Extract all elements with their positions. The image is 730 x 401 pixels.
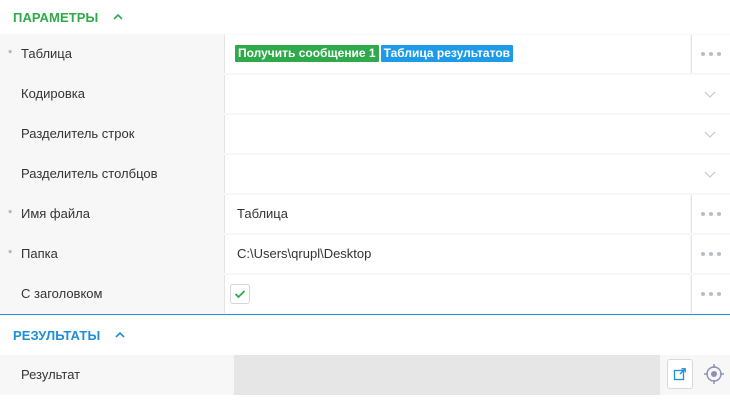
target-icon[interactable] — [703, 363, 725, 385]
required-marker: * — [8, 248, 13, 260]
params-section-header[interactable]: ПАРАМЕТРЫ — [0, 0, 730, 34]
param-label-row-separator: Разделитель строк — [21, 126, 135, 141]
check-icon — [234, 290, 246, 299]
folder-value: C:\Users\qrupl\Desktop — [237, 246, 372, 261]
required-marker: * — [8, 48, 13, 60]
result-row: Результат — [0, 355, 730, 395]
table-field[interactable]: Получить сообщение 1 Таблица результатов — [224, 35, 690, 73]
chevron-down-icon[interactable] — [704, 168, 716, 180]
filename-input[interactable]: Таблица — [224, 195, 690, 233]
folder-input[interactable]: C:\Users\qrupl\Desktop — [224, 235, 690, 273]
more-dots-icon[interactable] — [691, 235, 730, 273]
param-row-filename: * Имя файла Таблица — [0, 194, 730, 234]
param-label-header: С заголовком — [21, 286, 103, 301]
section-divider — [0, 314, 730, 315]
column-separator-select[interactable] — [224, 155, 730, 193]
filename-value: Таблица — [237, 206, 288, 221]
result-label: Результат — [21, 367, 81, 382]
more-dots-icon[interactable] — [691, 35, 730, 73]
param-row-table: * Таблица Получить сообщение 1 Таблица р… — [0, 34, 730, 74]
more-dots-icon[interactable] — [691, 275, 730, 313]
export-icon — [673, 368, 686, 381]
variable-tag-result[interactable]: Таблица результатов — [380, 45, 514, 62]
chevron-down-icon[interactable] — [704, 128, 716, 140]
result-variable-field[interactable] — [234, 355, 660, 395]
results-section-title: РЕЗУЛЬТАТЫ — [13, 327, 101, 343]
chevron-down-icon[interactable] — [704, 88, 716, 100]
param-row-folder: * Папка C:\Users\qrupl\Desktop — [0, 234, 730, 274]
param-label-folder: Папка — [21, 246, 58, 261]
param-label-table: Таблица — [21, 46, 72, 61]
param-row-encoding: Кодировка — [0, 74, 730, 114]
variable-tag-step[interactable]: Получить сообщение 1 — [235, 45, 379, 62]
param-row-header: С заголовком — [0, 274, 730, 314]
export-button[interactable] — [667, 359, 693, 389]
required-marker: * — [8, 208, 13, 220]
param-label-filename: Имя файла — [21, 206, 90, 221]
encoding-select[interactable] — [224, 75, 730, 113]
results-section-header[interactable]: РЕЗУЛЬТАТЫ — [0, 316, 730, 354]
header-checkbox-field — [224, 275, 690, 313]
param-row-column-separator: Разделитель столбцов — [0, 154, 730, 194]
row-separator-select[interactable] — [224, 115, 730, 153]
param-row-row-separator: Разделитель строк — [0, 114, 730, 154]
params-section-title: ПАРАМЕТРЫ — [13, 9, 99, 25]
chevron-up-icon[interactable] — [112, 11, 124, 23]
chevron-up-icon[interactable] — [114, 329, 126, 341]
header-checkbox[interactable] — [230, 284, 250, 304]
more-dots-icon[interactable] — [691, 195, 730, 233]
param-label-encoding: Кодировка — [21, 86, 85, 101]
param-label-column-separator: Разделитель столбцов — [21, 166, 158, 181]
